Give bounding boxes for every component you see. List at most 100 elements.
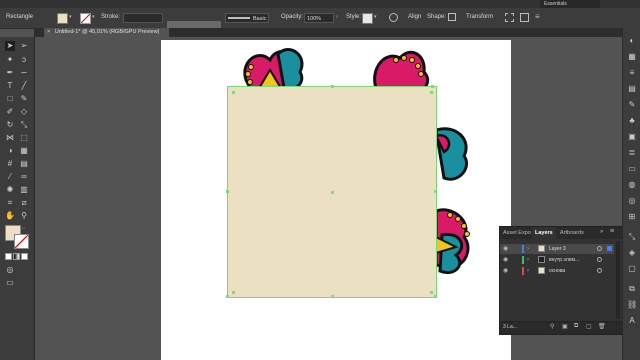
layer-row[interactable]: ◉ › внутр элем... [500, 255, 614, 265]
lasso-tool-icon[interactable]: ↄ [19, 55, 29, 65]
panel-collapse-icon[interactable]: » [600, 229, 603, 235]
tab-layers[interactable]: Layers [532, 227, 556, 239]
shaper-tool-icon[interactable]: ✐ [5, 107, 15, 117]
transform-label[interactable]: Transform [466, 14, 493, 20]
eyedropper-tool-icon[interactable]: ⁄ [5, 172, 15, 182]
delete-layer-icon[interactable]: 🗑 [598, 323, 606, 330]
opacity-arrow-icon[interactable]: › [336, 14, 341, 20]
expand-arrow-icon[interactable]: › [527, 266, 529, 276]
eraser-tool-icon[interactable]: ◇ [19, 107, 29, 117]
color-mode-icon[interactable] [5, 253, 12, 260]
visibility-eye-icon[interactable]: ◉ [503, 255, 511, 265]
stroke-panel-icon[interactable]: ≣ [627, 148, 637, 158]
rectangle-tool-icon[interactable]: □ [5, 94, 15, 104]
brushes-icon[interactable]: ✎ [627, 100, 637, 110]
panel-menu-icon[interactable]: ≡ [610, 228, 614, 235]
isolate-icon[interactable] [505, 13, 514, 22]
target-circle-icon[interactable] [597, 257, 602, 262]
target-circle-icon[interactable] [597, 246, 602, 251]
type-panel-icon[interactable]: A [627, 316, 637, 326]
layer-row[interactable]: ◉ › основа [500, 266, 614, 276]
selected-rectangle[interactable] [226, 85, 437, 298]
gradient-tool-icon[interactable]: ▤ [19, 159, 29, 169]
panel-menu-icon[interactable]: ≡ [535, 12, 540, 21]
align-panel-icon[interactable]: ⊞ [627, 212, 637, 222]
hand-tool-icon[interactable]: ✋ [5, 211, 15, 221]
symbol-sprayer-tool-icon[interactable]: ✺ [5, 185, 15, 195]
new-sublayer-icon[interactable]: ⧉ [574, 323, 578, 330]
tab-artboards[interactable]: Artboards [557, 227, 587, 239]
bounding-handle[interactable] [331, 85, 334, 88]
line-tool-icon[interactable]: ╱ [19, 81, 29, 91]
stroke-dropdown-icon[interactable]: ▾ [92, 14, 97, 20]
graphic-style-swatch[interactable] [362, 13, 373, 24]
swap-fill-stroke-icon[interactable]: ↔ [21, 225, 26, 231]
rotate-tool-icon[interactable]: ↻ [5, 120, 15, 130]
stroke-weight-field[interactable] [123, 13, 163, 23]
screen-mode-icon[interactable]: ▭ [5, 278, 15, 288]
recolor-artwork-icon[interactable] [389, 13, 398, 22]
new-layer-icon[interactable]: ▢ [586, 323, 592, 330]
none-mode-icon[interactable] [21, 253, 28, 260]
fill-dropdown-icon[interactable]: ▾ [69, 14, 74, 20]
transparency-icon[interactable]: ◍ [627, 180, 637, 190]
corner-widget[interactable] [232, 291, 235, 294]
pen-tool-icon[interactable]: ✒ [5, 68, 15, 78]
appearance-icon[interactable]: ◎ [627, 196, 637, 206]
symbols-icon[interactable]: ♣ [627, 116, 637, 126]
perspective-grid-tool-icon[interactable]: ▦ [19, 146, 29, 156]
arrange-icon[interactable] [520, 13, 529, 22]
transform-panel-icon[interactable]: ⤡ [627, 232, 637, 242]
layers-scrollbar[interactable] [616, 241, 620, 319]
links-icon[interactable]: ⛓ [627, 300, 637, 310]
gradient-mode-icon[interactable] [13, 253, 20, 260]
swatches-icon[interactable]: ▤ [627, 84, 637, 94]
opacity-field[interactable]: 100% [304, 13, 334, 23]
expand-arrow-icon[interactable]: › [527, 244, 529, 254]
stroke-swatch[interactable] [80, 13, 91, 24]
graphic-styles-icon[interactable]: ▣ [627, 132, 637, 142]
tab-asset-export[interactable]: Asset Expo [500, 227, 534, 239]
magic-wand-tool-icon[interactable]: ✦ [5, 55, 15, 65]
target-circle-icon[interactable] [597, 268, 602, 273]
layers-panel-icon[interactable]: ◈ [627, 248, 637, 258]
bounding-handle[interactable] [331, 295, 334, 298]
selection-tool-icon[interactable]: ➤ [5, 41, 15, 51]
column-graph-tool-icon[interactable]: ▥ [19, 185, 29, 195]
pathfinder-icon[interactable]: ⧉ [627, 284, 637, 294]
shape-label[interactable]: Shape: [427, 14, 446, 20]
visibility-eye-icon[interactable]: ◉ [503, 266, 511, 276]
bounding-handle[interactable] [232, 91, 235, 94]
bounding-handle[interactable] [434, 295, 437, 298]
corner-widget[interactable] [430, 291, 433, 294]
slice-tool-icon[interactable]: ⧄ [19, 198, 29, 208]
bounding-handle[interactable] [434, 190, 437, 193]
clipping-mask-icon[interactable]: ▣ [562, 323, 568, 330]
layer-row[interactable]: ◉ › Layer 3 [500, 244, 614, 254]
draw-normal-icon[interactable]: ◎ [5, 265, 15, 275]
fill-swatch[interactable] [57, 13, 68, 24]
curvature-tool-icon[interactable]: ∽ [19, 68, 29, 78]
properties-icon[interactable]: ≡ [627, 68, 637, 78]
brush-definition[interactable]: Basic [225, 13, 269, 23]
stroke-color-box[interactable] [14, 234, 29, 249]
color-panel-icon[interactable]: ◐ [627, 36, 637, 46]
scale-tool-icon[interactable]: ⤡ [19, 120, 29, 130]
expand-arrow-icon[interactable]: › [527, 255, 529, 265]
document-tab-close[interactable]: × [47, 29, 50, 35]
visibility-eye-icon[interactable]: ◉ [503, 244, 511, 254]
blend-tool-icon[interactable]: ∞ [19, 172, 29, 182]
zoom-tool-icon[interactable]: ⚲ [19, 211, 29, 221]
bounding-handle[interactable] [226, 295, 229, 298]
corner-widget[interactable] [430, 91, 433, 94]
selection-indicator[interactable] [607, 246, 612, 251]
paintbrush-tool-icon[interactable]: ✎ [19, 94, 29, 104]
align-label[interactable]: Align [408, 14, 421, 20]
document-tab[interactable]: × Untitled-1* @ 45,01% (RGB/GPU Preview) [44, 28, 169, 37]
gradient-panel-icon[interactable]: ▭ [627, 164, 637, 174]
locate-object-icon[interactable]: ⚲ [550, 323, 554, 330]
style-dropdown-icon[interactable]: ▾ [374, 14, 379, 20]
bounding-handle[interactable] [431, 85, 434, 88]
shape-builder-tool-icon[interactable]: ◑ [5, 146, 15, 156]
mesh-tool-icon[interactable]: # [5, 159, 15, 169]
